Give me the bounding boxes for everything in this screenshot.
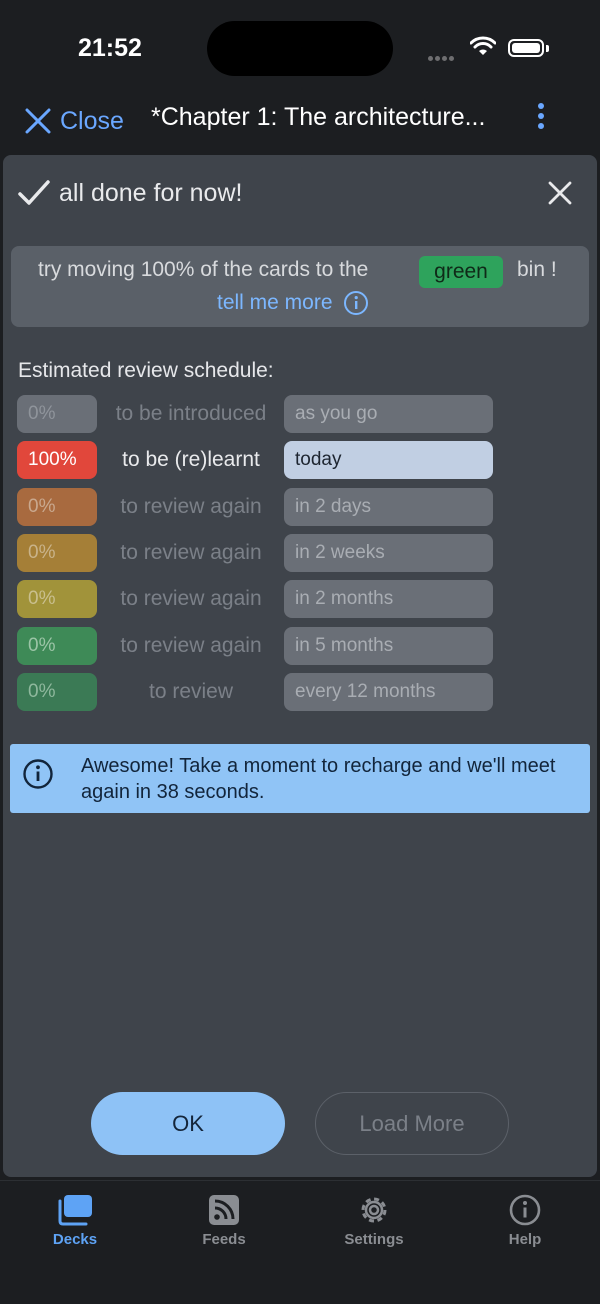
row-label: to be (re)learnt <box>122 448 260 471</box>
schedule-row: 0% to review again in 2 months <box>17 580 497 618</box>
battery-tip <box>546 45 549 52</box>
gear-icon <box>361 1197 387 1223</box>
ok-button[interactable]: OK <box>91 1092 285 1155</box>
rss-icon <box>209 1195 239 1225</box>
percent-badge: 0% <box>17 395 97 433</box>
schedule-label: Estimated review schedule: <box>18 359 274 382</box>
percent-badge: 0% <box>17 580 97 618</box>
interval-pill: as you go <box>284 395 493 433</box>
sheet-close-icon[interactable] <box>547 180 573 206</box>
interval-pill: today <box>284 441 493 479</box>
tab-label: Feeds <box>202 1231 246 1248</box>
interval-pill: in 2 weeks <box>284 534 493 572</box>
tell-me-more-link[interactable]: tell me more <box>217 290 369 316</box>
schedule-row: 0% to review again in 2 weeks <box>17 534 497 572</box>
load-more-button[interactable]: Load More <box>315 1092 509 1155</box>
schedule-row: 0% to review again in 5 months <box>17 627 497 665</box>
percent-badge: 0% <box>17 673 97 711</box>
status-bar: 21:52 <box>0 0 600 95</box>
sheet-header: all done for now! <box>17 175 242 211</box>
nav-title: *Chapter 1: The architecture... <box>151 103 486 131</box>
interval-pill: in 2 months <box>284 580 493 618</box>
schedule-row: 0% to be introduced as you go <box>17 395 497 433</box>
summary-sheet: all done for now! try moving 100% of the… <box>3 155 597 1177</box>
row-label: to review again <box>120 495 262 518</box>
percent-badge: 100% <box>17 441 97 479</box>
row-label: to review again <box>120 541 262 564</box>
signal-dots-icon <box>428 48 456 66</box>
percent-badge: 0% <box>17 534 97 572</box>
status-icons <box>428 34 578 64</box>
nav-bar: Close *Chapter 1: The architecture... <box>0 95 600 150</box>
tab-settings[interactable]: Settings <box>314 1193 434 1253</box>
row-label: to review again <box>120 634 262 657</box>
interval-pill: in 5 months <box>284 627 493 665</box>
info-icon <box>23 759 53 789</box>
tell-me-more-label: tell me more <box>217 291 333 314</box>
interval-pill: every 12 months <box>284 673 493 711</box>
checkmark-icon <box>18 180 50 205</box>
info-icon <box>509 1194 541 1226</box>
tab-label: Settings <box>344 1231 404 1248</box>
tip-text: try moving 100% of the cards to the <box>38 258 369 281</box>
close-button[interactable]: Close <box>24 101 124 141</box>
green-bin-tag: green <box>419 256 503 288</box>
tab-help[interactable]: Help <box>465 1193 585 1253</box>
close-label: Close <box>60 106 124 135</box>
schedule-row: 0% to review again in 2 days <box>17 488 497 526</box>
row-label: to review <box>148 680 234 703</box>
percent-badge: 0% <box>17 627 97 665</box>
tab-label: Help <box>508 1231 542 1248</box>
tab-label: Decks <box>52 1231 98 1248</box>
percent-badge: 0% <box>17 488 97 526</box>
info-icon <box>343 291 368 315</box>
decks-icon <box>58 1195 92 1226</box>
info-banner: Awesome! Take a moment to recharge and w… <box>10 744 590 813</box>
battery-icon <box>508 39 544 57</box>
status-time: 21:52 <box>78 34 142 62</box>
tab-bar: Decks Feeds Settings Help <box>0 1180 600 1304</box>
interval-pill: in 2 days <box>284 488 493 526</box>
row-label: to review again <box>120 587 262 610</box>
dynamic-island <box>207 21 393 76</box>
schedule-row: 100% to be (re)learnt today <box>17 441 497 479</box>
tip-text-after: bin ! <box>517 258 557 281</box>
tab-feeds[interactable]: Feeds <box>164 1193 284 1253</box>
info-message: Awesome! Take a moment to recharge and w… <box>81 755 556 803</box>
tab-decks[interactable]: Decks <box>15 1193 135 1253</box>
close-x-icon <box>25 108 51 134</box>
tip-box: try moving 100% of the cards to the gree… <box>11 246 589 327</box>
wifi-icon <box>470 36 496 55</box>
schedule-row: 0% to review every 12 months <box>17 673 497 711</box>
sheet-title: all done for now! <box>59 178 243 207</box>
more-options-button[interactable] <box>530 103 552 133</box>
row-label: to be introduced <box>115 402 267 425</box>
